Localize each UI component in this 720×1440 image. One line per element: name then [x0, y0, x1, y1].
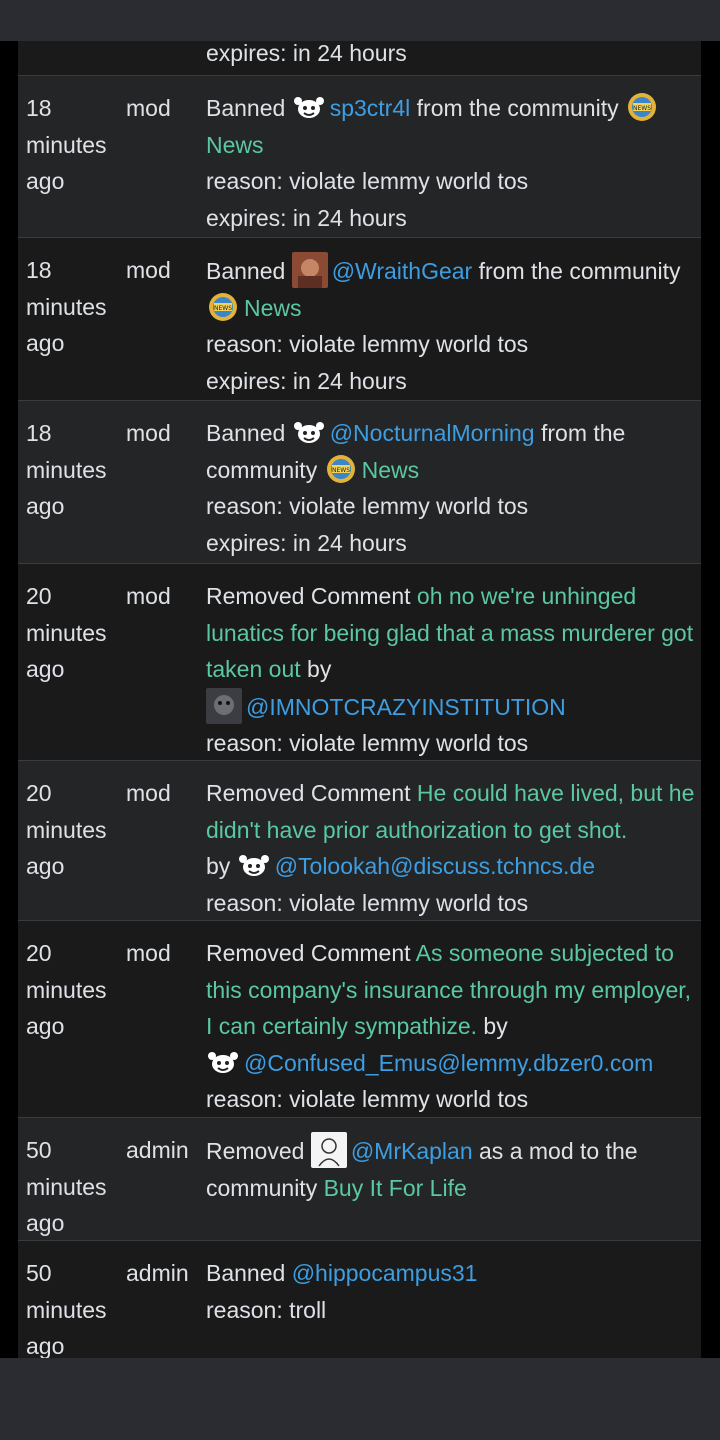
community-link[interactable]: News	[244, 295, 302, 321]
user-link[interactable]: sp3ctr4l	[330, 95, 411, 121]
time-cell: 50 minutes ago	[26, 1137, 107, 1236]
role-cell: mod	[126, 257, 171, 283]
table-row: 20 minutes ago mod Removed Comment oh no…	[18, 564, 701, 761]
time-cell: 20 minutes ago	[26, 583, 107, 682]
action-verb: Removed	[206, 1138, 305, 1164]
user-link[interactable]: @MrKaplan	[351, 1138, 473, 1164]
user-link[interactable]: @Tolookah@discuss.tchncs.de	[275, 853, 595, 879]
role-cell: mod	[126, 420, 171, 446]
table-row: 50 minutes ago admin Banned @hippocampus…	[18, 1241, 701, 1358]
action-verb: Banned	[206, 420, 286, 446]
expires-text: expires: in 24 hours	[206, 367, 407, 394]
action-verb: Removed Comment	[206, 940, 411, 966]
table-row: 18 minutes ago mod Banned @WraithGear fr…	[18, 238, 701, 401]
action-cell: Banned sp3ctr4l from the community NEWS N…	[206, 90, 696, 236]
lemmy-avatar-icon	[292, 92, 326, 122]
table-row: 20 minutes ago mod Removed Comment As so…	[18, 921, 701, 1118]
reason-text: reason: violate lemmy world tos	[206, 730, 529, 756]
table-row: 50 minutes ago admin Removed @MrKaplan a…	[18, 1118, 701, 1241]
user-link[interactable]: @NocturnalMorning	[330, 420, 535, 446]
action-cell: Banned @WraithGear from the community NE…	[206, 252, 696, 399]
action-cell: expires: in 24 hours	[206, 41, 696, 72]
role-cell: mod	[126, 583, 171, 609]
role-cell: mod	[126, 780, 171, 806]
news-community-icon: NEWS	[206, 292, 240, 322]
user-link[interactable]: @IMNOTCRAZYINSTITUTION	[246, 694, 566, 720]
svg-text:NEWS: NEWS	[633, 105, 651, 112]
action-cell: Removed @MrKaplan as a mod to the commun…	[206, 1132, 696, 1206]
reason-text: reason: violate lemmy world tos	[206, 493, 529, 519]
svg-text:NEWS: NEWS	[214, 305, 232, 312]
expires-text: expires: in 24 hours	[206, 529, 407, 556]
role-cell: mod	[126, 95, 171, 121]
status-bar	[0, 0, 720, 41]
time-cell: 50 minutes ago	[26, 1260, 107, 1358]
action-verb: Banned	[206, 258, 286, 284]
reason-text: reason: violate lemmy world tos	[206, 168, 529, 194]
action-cell: Banned @NocturnalMorning from the commun…	[206, 415, 696, 561]
time-cell: 20 minutes ago	[26, 780, 107, 879]
news-community-icon: NEWS	[324, 454, 358, 484]
action-verb: Removed Comment	[206, 780, 411, 806]
action-cell: Removed Comment As someone subjected to …	[206, 935, 696, 1118]
role-cell: admin	[126, 1137, 189, 1163]
lemmy-avatar-icon	[292, 417, 326, 447]
action-cell: Removed Comment oh no we're unhinged lun…	[206, 578, 696, 762]
reason-text: reason: violate lemmy world tos	[206, 1086, 529, 1112]
community-link[interactable]: News	[362, 457, 420, 483]
role-cell: admin	[126, 1260, 189, 1286]
action-cell: Removed Comment He could have lived, but…	[206, 775, 696, 921]
expires-text: expires: in 24 hours	[206, 41, 407, 66]
svg-text:NEWS: NEWS	[332, 467, 350, 474]
community-link[interactable]: Buy It For Life	[324, 1175, 467, 1201]
reason-text: reason: troll	[206, 1296, 327, 1323]
action-verb: Banned	[206, 1260, 286, 1286]
action-cell: Banned @hippocampus31 reason: troll	[206, 1255, 696, 1328]
community-link[interactable]: News	[206, 132, 264, 158]
table-row: 18 minutes ago mod Banned sp3ctr4l from …	[18, 76, 701, 238]
time-cell: 18 minutes ago	[26, 257, 107, 356]
reason-text: reason: violate lemmy world tos	[206, 889, 529, 916]
expires-text: expires: in 24 hours	[206, 204, 407, 231]
lemmy-avatar-icon	[237, 850, 271, 880]
table-row: expires: in 24 hours	[18, 41, 701, 76]
action-verb: Removed Comment	[206, 583, 411, 609]
table-row: 20 minutes ago mod Removed Comment He co…	[18, 761, 701, 921]
user-avatar-icon	[310, 1132, 347, 1168]
lemmy-avatar-icon	[206, 1047, 240, 1077]
user-link[interactable]: @Confused_Emus@lemmy.dbzer0.com	[244, 1050, 653, 1076]
action-verb: Banned	[206, 95, 286, 121]
role-cell: mod	[126, 940, 171, 966]
time-cell: 20 minutes ago	[26, 940, 107, 1039]
user-link[interactable]: @hippocampus31	[292, 1260, 478, 1286]
time-cell: 18 minutes ago	[26, 420, 107, 519]
news-community-icon: NEWS	[625, 92, 659, 122]
user-avatar-icon	[291, 252, 328, 288]
user-avatar-icon	[206, 687, 242, 724]
time-cell: 18 minutes ago	[26, 95, 107, 194]
table-row: 18 minutes ago mod Banned @NocturnalMorn…	[18, 401, 701, 564]
reason-text: reason: violate lemmy world tos	[206, 331, 529, 357]
navigation-bar	[0, 1358, 720, 1440]
user-link[interactable]: @WraithGear	[332, 258, 473, 284]
modlog-table: expires: in 24 hours 18 minutes ago mod …	[18, 41, 701, 1358]
